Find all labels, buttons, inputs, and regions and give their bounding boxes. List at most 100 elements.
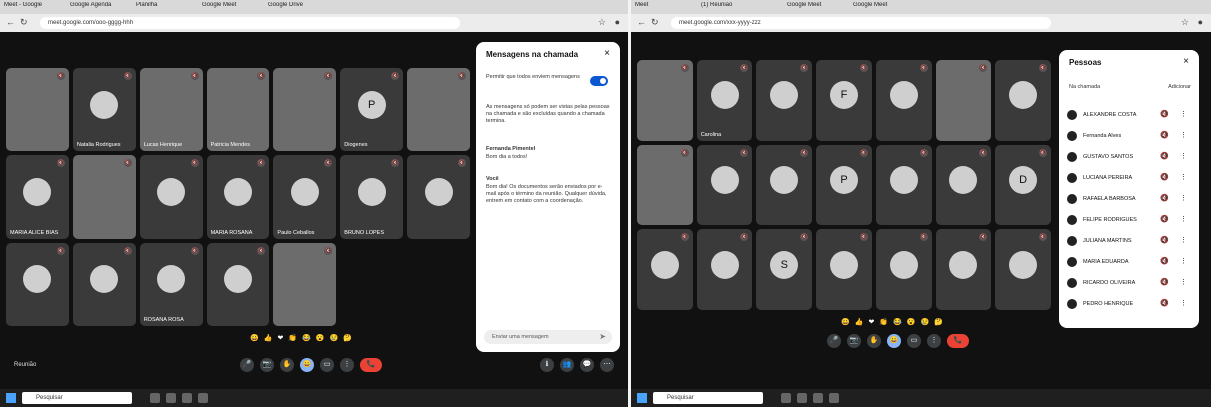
present-button[interactable]: ▭: [320, 358, 334, 372]
reaction-emoji[interactable]: ❤: [868, 318, 874, 326]
more-options-button[interactable]: ⋮: [927, 334, 941, 348]
participant-tile[interactable]: 🔇: [637, 229, 693, 310]
more-options-icon[interactable]: ⋮: [1180, 276, 1187, 290]
star-icon[interactable]: ☆: [598, 17, 606, 28]
camera-button[interactable]: 📷: [260, 358, 274, 372]
more-options-icon[interactable]: ⋮: [1180, 297, 1187, 311]
close-icon[interactable]: ×: [1183, 56, 1189, 67]
more-options-icon[interactable]: ⋮: [1180, 213, 1187, 227]
participant-tile[interactable]: 🔇: [875, 144, 932, 226]
browser-tab[interactable]: Google Meet: [202, 2, 262, 13]
windows-start-icon[interactable]: [637, 393, 647, 403]
app-icon[interactable]: [198, 393, 208, 403]
back-icon[interactable]: ←: [637, 17, 646, 27]
participant-tile[interactable]: 🔇: [696, 144, 753, 226]
participant-tile[interactable]: 🔇: [756, 144, 813, 226]
activities-button[interactable]: ⋯: [600, 358, 614, 372]
mic-button[interactable]: 🎤: [827, 334, 841, 348]
participant-tile[interactable]: F 🔇: [816, 60, 872, 141]
participant-tile[interactable]: 🔇: [875, 229, 932, 310]
taskview-icon[interactable]: [781, 393, 791, 403]
browser-tab[interactable]: Google Meet: [787, 2, 847, 13]
reaction-emoji[interactable]: 👏: [879, 318, 888, 326]
reaction-emoji[interactable]: 😢: [329, 334, 338, 342]
browser-tab[interactable]: Meet: [635, 2, 695, 13]
chat-button[interactable]: 💬: [580, 358, 594, 372]
participant-tile[interactable]: 🔇: [206, 242, 270, 326]
participant-tile[interactable]: 🔇: [407, 155, 470, 239]
participant-tile[interactable]: 🔇 Carolina: [696, 60, 753, 141]
profile-icon[interactable]: ●: [1198, 17, 1203, 27]
participant-row[interactable]: RICARDO OLIVEIRA 🔇 ⋮: [1067, 276, 1191, 290]
participant-tile[interactable]: 🔇: [756, 60, 813, 141]
participant-tile[interactable]: 🔇: [72, 242, 136, 326]
emoji-button[interactable]: 😀: [887, 334, 901, 348]
camera-button[interactable]: 📷: [847, 334, 861, 348]
participant-tile[interactable]: 🔇 Natalia Rodrigues: [72, 68, 136, 152]
participant-tile[interactable]: 🔇: [816, 229, 872, 310]
participant-tile[interactable]: 🔇: [696, 229, 753, 310]
windows-start-icon[interactable]: [6, 393, 16, 403]
chat-toggle[interactable]: [590, 76, 608, 86]
participant-tile[interactable]: 🔇 Paulo Ceballos: [273, 155, 337, 239]
participant-tile[interactable]: 🔇 MARIA ALICE BIAS: [6, 155, 69, 239]
reaction-emoji[interactable]: 👏: [288, 334, 297, 342]
app-icon[interactable]: [829, 393, 839, 403]
reaction-emoji[interactable]: 😂: [893, 318, 902, 326]
participant-row[interactable]: FELIPE RODRIGUES 🔇 ⋮: [1067, 213, 1191, 227]
mic-button[interactable]: 🎤: [240, 358, 254, 372]
participant-tile[interactable]: 🔇: [273, 242, 337, 326]
reaction-emoji[interactable]: 👍: [264, 334, 273, 342]
participant-tile[interactable]: 🔇 BRUNO LOPES: [340, 155, 404, 239]
reaction-emoji[interactable]: 🤔: [343, 334, 352, 342]
more-options-button[interactable]: ⋮: [340, 358, 354, 372]
explorer-icon[interactable]: [797, 393, 807, 403]
profile-icon[interactable]: ●: [615, 17, 620, 27]
participant-tile[interactable]: 🔇 Patricia Mendes: [206, 68, 270, 152]
browser-icon[interactable]: [813, 393, 823, 403]
add-people-button[interactable]: Adicionar: [1168, 84, 1191, 91]
browser-tab[interactable]: Google Agenda: [70, 2, 130, 13]
more-options-icon[interactable]: ⋮: [1180, 129, 1187, 143]
taskbar-search[interactable]: Pesquisar: [653, 392, 763, 404]
reaction-emoji[interactable]: 😂: [302, 334, 311, 342]
participant-row[interactable]: RAFAELA BARBOSA 🔇 ⋮: [1067, 192, 1191, 206]
raise-hand-button[interactable]: ✋: [867, 334, 881, 348]
reaction-emoji[interactable]: 😢: [920, 318, 929, 326]
reaction-emoji[interactable]: 😀: [841, 318, 850, 326]
message-input[interactable]: Enviar uma mensagem: [484, 330, 612, 344]
participant-tile[interactable]: P 🔇: [816, 144, 872, 226]
participant-tile[interactable]: 🔇: [875, 60, 932, 141]
browser-tab[interactable]: Google Drive: [268, 2, 328, 13]
browser-tab[interactable]: Planilha: [136, 2, 196, 13]
info-button[interactable]: ℹ: [540, 358, 554, 372]
raise-hand-button[interactable]: ✋: [280, 358, 294, 372]
participant-row[interactable]: ALEXANDRE COSTA 🔇 ⋮: [1067, 108, 1191, 122]
participant-row[interactable]: PEDRO HENRIQUE 🔇 ⋮: [1067, 297, 1191, 311]
more-options-icon[interactable]: ⋮: [1180, 150, 1187, 164]
browser-tab[interactable]: Google Meet: [853, 2, 913, 13]
close-icon[interactable]: ×: [604, 48, 610, 59]
present-button[interactable]: ▭: [907, 334, 921, 348]
participant-tile[interactable]: 🔇: [995, 229, 1051, 310]
more-options-icon[interactable]: ⋮: [1180, 171, 1187, 185]
participant-tile[interactable]: D 🔇: [995, 144, 1051, 226]
participant-tile[interactable]: 🔇: [637, 60, 693, 141]
browser-tab[interactable]: (1) Reunião: [701, 2, 781, 13]
browser-icon[interactable]: [182, 393, 192, 403]
participant-tile[interactable]: 🔇: [139, 155, 203, 239]
participant-tile[interactable]: 🔇: [6, 68, 69, 152]
participant-tile[interactable]: 🔇: [637, 144, 693, 226]
more-options-icon[interactable]: ⋮: [1180, 108, 1187, 122]
leave-call-button[interactable]: 📞: [947, 334, 969, 348]
url-field[interactable]: meet.google.com/ooo-gggg-hhh: [40, 17, 460, 29]
reaction-emoji[interactable]: 😮: [907, 318, 916, 326]
star-icon[interactable]: ☆: [1181, 17, 1189, 28]
reload-icon[interactable]: ↻: [20, 17, 28, 28]
participant-row[interactable]: Fernanda Alves 🔇 ⋮: [1067, 129, 1191, 143]
url-field[interactable]: meet.google.com/xxx-yyyy-zzz: [671, 17, 1051, 29]
reload-icon[interactable]: ↻: [651, 17, 659, 28]
emoji-button[interactable]: 😀: [300, 358, 314, 372]
explorer-icon[interactable]: [166, 393, 176, 403]
participant-tile[interactable]: 🔇 ROSANA ROSA: [139, 242, 203, 326]
